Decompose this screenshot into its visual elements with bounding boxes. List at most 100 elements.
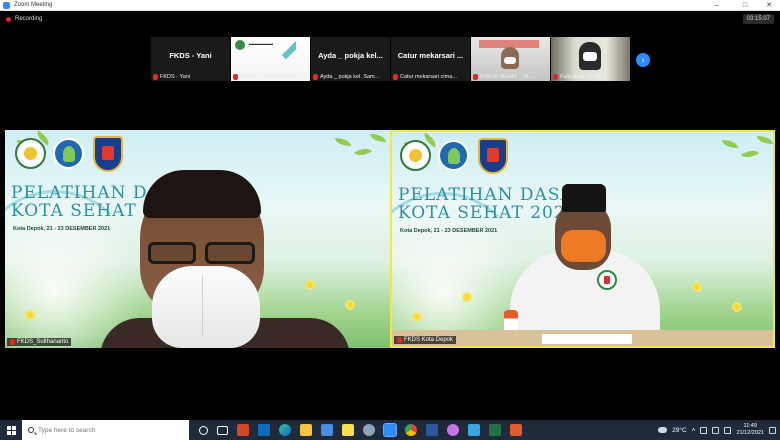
start-button[interactable]	[0, 420, 22, 440]
record-icon	[6, 16, 11, 22]
participant-thumbnail[interactable]: FKDS - Yani FKDS - Yani	[151, 37, 230, 81]
window-title: Zoom Meeting	[14, 2, 53, 8]
search-input[interactable]	[38, 426, 178, 434]
kota-depok-logo-icon	[15, 138, 46, 169]
file-explorer-icon[interactable]	[300, 424, 312, 436]
store-icon[interactable]	[321, 424, 333, 436]
kota-depok-logo-icon	[400, 140, 431, 171]
participant-name-text: FKDS_Sulthananto	[17, 339, 69, 345]
zoom-icon[interactable]	[383, 423, 397, 437]
mic-muted-icon	[233, 73, 238, 80]
shared-slide-preview: ▬▬▬▬▬▬	[231, 37, 310, 73]
participant-label: POKJA SEHAT ...RL...	[471, 72, 550, 81]
slide-decoration	[281, 40, 310, 70]
keyboard-icon[interactable]	[724, 426, 732, 434]
leaf-decoration	[335, 138, 351, 146]
task-view-icon[interactable]	[217, 425, 228, 435]
mail-icon[interactable]	[258, 424, 270, 436]
flower-decoration	[462, 292, 472, 302]
participant-thumbnail[interactable]: ▬▬▬▬▬▬ Zaenal_Kesmas Dinkes	[231, 37, 310, 81]
windows-logo-icon	[6, 425, 16, 435]
paper-sheet	[542, 334, 632, 344]
participant-label: FKDS - Yani	[151, 72, 230, 81]
mic-muted-icon	[473, 73, 478, 80]
word-icon[interactable]	[426, 424, 438, 436]
participant-hair	[143, 170, 261, 218]
mic-muted-icon	[153, 73, 158, 80]
photos-icon[interactable]	[468, 424, 480, 436]
powerpoint-icon[interactable]	[237, 424, 249, 436]
search-icon	[28, 427, 34, 433]
mic-muted-icon	[553, 73, 558, 80]
taskbar-clock[interactable]: 11:49 21/12/2021	[736, 423, 764, 437]
system-tray: 29°C ˄ 11:49 21/12/2021	[658, 420, 776, 440]
sticky-notes-icon[interactable]	[342, 424, 354, 436]
cortana-icon[interactable]	[199, 425, 208, 435]
participant-label: Catur mekarsari cima...	[391, 72, 470, 81]
weather-icon[interactable]	[658, 427, 668, 433]
leaf-decoration	[722, 140, 738, 148]
participant-thumbnail[interactable]: Catur mekarsari ... Catur mekarsari cima…	[391, 37, 470, 81]
slide-title-line-1: PELATIHAN DASAR	[398, 185, 588, 205]
slide-text-image: ▬▬▬▬▬▬	[249, 41, 273, 46]
face-mask	[583, 52, 597, 61]
recording-label: Recording	[15, 16, 43, 22]
participant-display-name: Catur mekarsari ...	[397, 51, 464, 60]
clock-date: 21/12/2021	[736, 430, 764, 436]
volume-icon[interactable]	[712, 426, 720, 434]
slide-subtitle: Kota Depok, 21 - 23 DESEMBER 2021	[13, 226, 111, 232]
chrome-icon[interactable]	[405, 424, 417, 436]
participant-label: Ayda _ pokja kel. Sam...	[311, 72, 390, 81]
participant-label-text: Zaenal_Kesmas Dinkes	[240, 73, 299, 80]
participant-name-text: FKDS Kota Depok	[404, 337, 454, 343]
network-icon[interactable]	[700, 426, 708, 434]
leaf-decoration	[354, 144, 372, 160]
recording-indicator[interactable]: Recording	[6, 16, 42, 22]
participant-label-text: Catur mekarsari cima...	[400, 73, 457, 80]
close-button[interactable]: ✕	[758, 0, 780, 11]
participant-thumbnail[interactable]: POKJA SEHAT ...RL...	[471, 37, 550, 81]
face-mask	[152, 266, 260, 348]
windows-taskbar: 29°C ˄ 11:49 21/12/2021	[0, 420, 780, 440]
leaf-decoration	[370, 134, 386, 142]
participant-label-text: Fully Ardani POK...	[560, 73, 607, 80]
taskbar-search[interactable]	[22, 420, 189, 440]
participant-label: Fully Ardani POK...	[551, 72, 630, 81]
mic-muted-icon	[313, 73, 318, 80]
slide-title-line-2: KOTA SEHAT 2021	[398, 203, 578, 223]
mic-muted-icon	[10, 339, 15, 345]
video-tile-fkds-kota-depok[interactable]: PELATIHAN DASAR KOTA SEHAT 2021 Kota Dep…	[390, 130, 775, 348]
participant-label-text: POKJA SEHAT ...RL...	[480, 73, 535, 80]
face-mask	[561, 230, 606, 262]
participant-thumbnail[interactable]: Fully Ardani POK...	[551, 37, 630, 81]
edge-icon[interactable]	[279, 424, 291, 436]
mic-muted-icon	[397, 337, 402, 343]
kota-sehat-logo-icon	[438, 140, 469, 171]
notifications-icon[interactable]	[769, 426, 776, 434]
weather-temperature[interactable]: 29°C	[672, 427, 687, 434]
paint-icon[interactable]	[447, 424, 459, 436]
flower-decoration	[732, 302, 742, 312]
pinned-apps	[199, 423, 522, 437]
participant-display-name: FKDS - Yani	[169, 51, 212, 60]
flower-decoration	[412, 312, 422, 322]
flower-decoration	[692, 282, 702, 292]
maximize-button[interactable]: □	[734, 0, 756, 11]
participant-name-tag: FKDS Kota Depok	[394, 336, 457, 344]
video-tile-sulthananto[interactable]: PELATIHAN DASAR KOTA SEHAT 2021 Kota Dep…	[5, 130, 390, 348]
participant-thumbnail[interactable]: Ayda _ pokja kel... Ayda _ pokja kel. Sa…	[311, 37, 390, 81]
settings-icon[interactable]	[363, 424, 375, 436]
province-shield-icon	[93, 136, 123, 172]
mic-muted-icon	[393, 73, 398, 80]
app-icon[interactable]	[510, 424, 522, 436]
minimize-button[interactable]: –	[706, 0, 728, 11]
face-mask	[504, 57, 516, 64]
chevron-up-icon[interactable]: ˄	[692, 427, 696, 434]
meeting-timer: 03:15:07	[742, 14, 774, 24]
next-page-button[interactable]: ›	[636, 53, 650, 67]
province-shield-icon	[478, 138, 508, 174]
participant-label-text: Ayda _ pokja kel. Sam...	[320, 73, 380, 80]
excel-icon[interactable]	[489, 424, 501, 436]
participant-display-name: Ayda _ pokja kel...	[318, 51, 383, 60]
leaf-decoration	[741, 146, 759, 162]
